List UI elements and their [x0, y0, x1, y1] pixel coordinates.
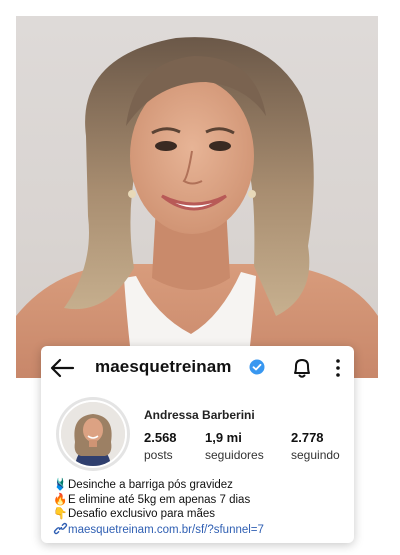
- stat-following[interactable]: 2.778 seguindo: [291, 430, 340, 462]
- stat-posts-value: 2.568: [144, 430, 177, 445]
- profile-photo: [16, 16, 378, 378]
- profile-bio: 🩱Desinche a barriga pós gravidez 🔥E elim…: [53, 478, 264, 537]
- stat-following-value: 2.778: [291, 430, 324, 445]
- link-icon: [53, 522, 68, 534]
- swimsuit-emoji-icon: 🩱: [53, 479, 68, 491]
- pointing-down-emoji-icon: 👇: [53, 508, 68, 520]
- woman-portrait-image: [16, 37, 378, 378]
- bio-line: 🩱Desinche a barriga pós gravidez: [53, 478, 264, 493]
- stat-followers-value: 1,9 mi: [205, 430, 242, 445]
- bio-link[interactable]: maesquetreinam.com.br/sf/?sfunnel=7: [68, 524, 264, 536]
- bio-line-text: Desinche a barriga pós gravidez: [68, 479, 233, 491]
- stat-followers-label: seguidores: [205, 448, 264, 462]
- bio-link-row[interactable]: maesquetreinam.com.br/sf/?sfunnel=7: [53, 522, 264, 538]
- back-arrow-icon[interactable]: [49, 356, 75, 380]
- instagram-profile-card: maesquetreinam Andressa Barberini 2.568 …: [41, 346, 354, 543]
- bio-line-text: Desafio exclusivo para mães: [68, 508, 216, 520]
- profile-top-bar: maesquetreinam: [41, 346, 354, 390]
- bio-line: 👇Desafio exclusivo para mães: [53, 507, 264, 522]
- bio-line-text: E elimine até 5kg em apenas 7 dias: [68, 493, 251, 506]
- stat-followers[interactable]: 1,9 mi seguidores: [205, 430, 264, 462]
- fire-emoji-icon: 🔥: [53, 493, 68, 506]
- stat-posts[interactable]: 2.568 posts: [144, 430, 177, 462]
- bell-icon[interactable]: [291, 356, 313, 380]
- avatar[interactable]: [56, 397, 130, 471]
- bio-line: 🔥E elimine até 5kg em apenas 7 dias: [53, 493, 264, 508]
- stat-following-label: seguindo: [291, 448, 340, 462]
- stat-posts-label: posts: [144, 448, 173, 462]
- more-vertical-icon[interactable]: [333, 357, 343, 379]
- avatar-portrait-image: [61, 402, 125, 466]
- avatar-image: [59, 400, 127, 468]
- profile-full-name: Andressa Barberini: [144, 408, 255, 422]
- verified-badge-icon: [249, 359, 265, 375]
- username-title: maesquetreinam: [95, 357, 232, 376]
